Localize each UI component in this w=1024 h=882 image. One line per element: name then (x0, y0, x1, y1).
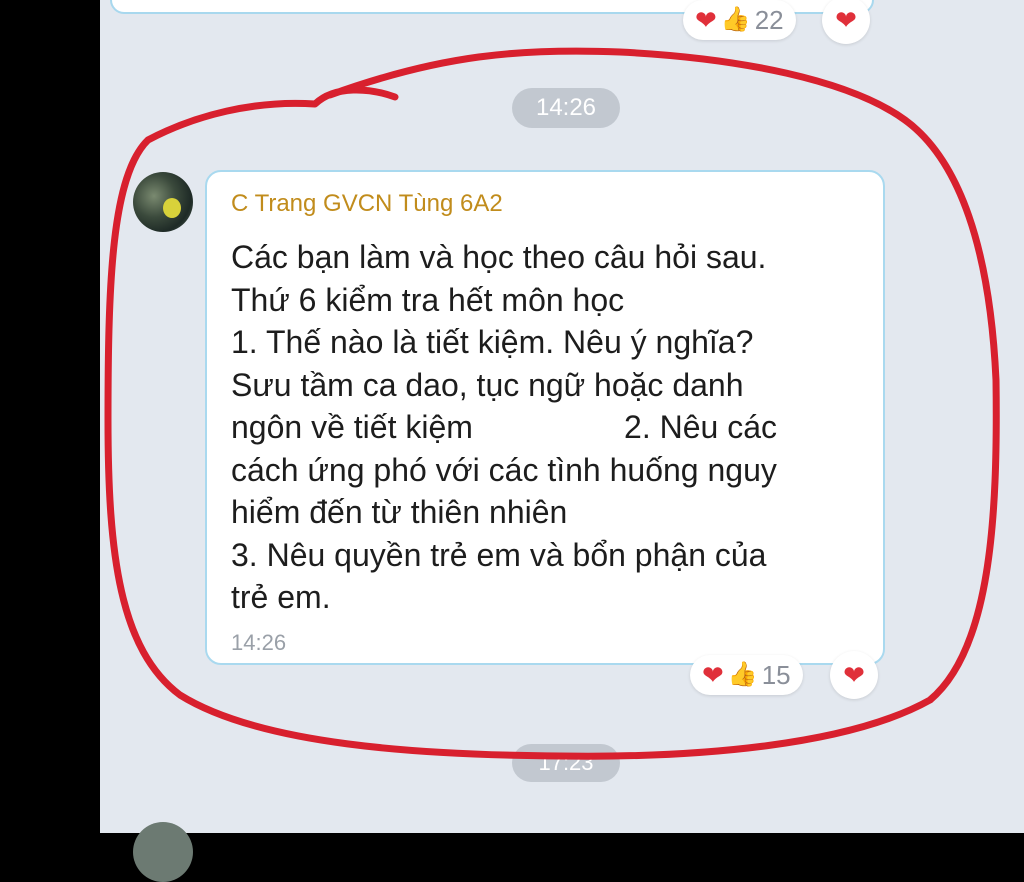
message-text: Các bạn làm và học theo câu hỏi sau. Thứ… (231, 239, 778, 615)
time-divider-2: 17:23 (512, 744, 620, 782)
message-time: 14:26 (231, 630, 287, 655)
message-react-button[interactable]: ❤ (830, 651, 878, 699)
heart-icon: ❤ (835, 5, 857, 35)
time-divider-2-label: 17:23 (538, 750, 594, 775)
left-black-margin (0, 0, 100, 833)
previous-reaction-count: 22 (754, 4, 784, 35)
time-divider-label: 14:26 (535, 94, 597, 121)
thumbs-up-icon: 👍 (727, 661, 758, 688)
heart-icon: ❤ (695, 5, 717, 35)
message-bubble[interactable]: C Trang GVCN Tùng 6A2 Các bạn làm và học… (205, 170, 885, 665)
next-avatar[interactable] (133, 822, 193, 882)
avatar[interactable] (133, 172, 193, 232)
message-reaction-count: 15 (761, 659, 791, 690)
sender-name[interactable]: C Trang GVCN Tùng 6A2 (231, 190, 503, 218)
previous-reaction-summary[interactable]: ❤ 👍 22 (683, 0, 796, 40)
message-reaction-summary[interactable]: ❤ 👍 15 (690, 655, 803, 695)
heart-icon: ❤ (843, 660, 865, 690)
heart-icon: ❤ (702, 660, 724, 690)
thumbs-up-icon: 👍 (720, 6, 751, 33)
time-divider: 14:26 (512, 88, 620, 128)
